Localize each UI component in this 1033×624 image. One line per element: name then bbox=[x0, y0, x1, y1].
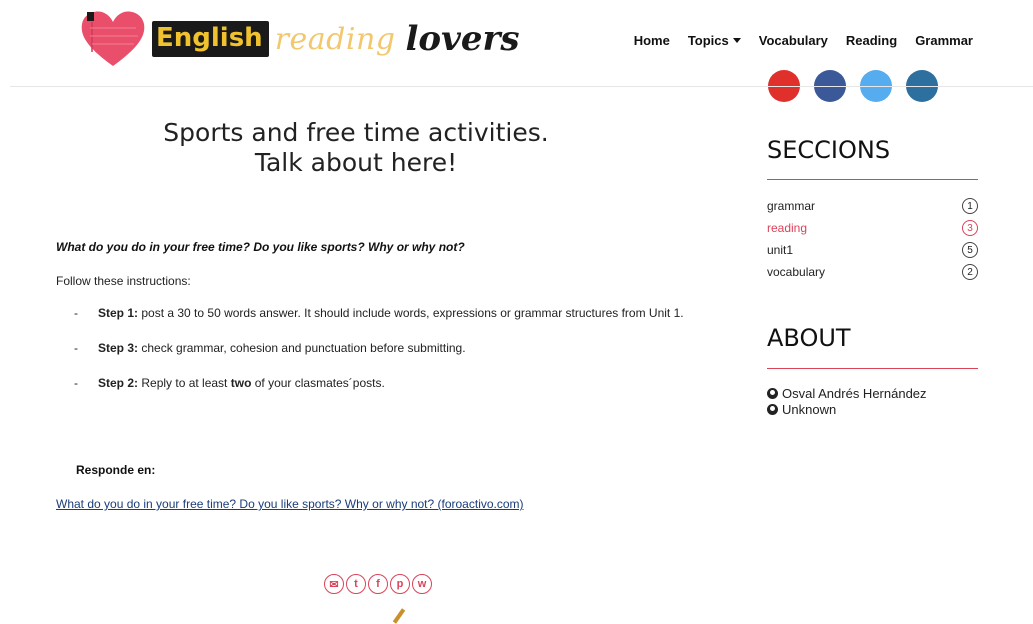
sections-title: SECCIONS bbox=[767, 136, 891, 164]
facebook-icon[interactable]: f bbox=[368, 574, 388, 594]
user-icon bbox=[767, 388, 778, 399]
caret-down-icon bbox=[732, 38, 741, 43]
responde-label: Responde en: bbox=[76, 463, 156, 477]
section-count: 5 bbox=[962, 242, 978, 258]
post-title-line-2: Talk about here! bbox=[254, 148, 458, 177]
nav-topics-label: Topics bbox=[687, 33, 729, 48]
section-item-grammar[interactable]: grammar 1 bbox=[767, 195, 978, 217]
logo-word-reading: reading bbox=[274, 21, 396, 57]
step-text: Reply to at least bbox=[138, 376, 231, 390]
whatsapp-icon[interactable]: w bbox=[412, 574, 432, 594]
section-count: 3 bbox=[962, 220, 978, 236]
heart-icon bbox=[78, 8, 148, 70]
site-logo[interactable]: English reading lovers bbox=[78, 8, 520, 70]
bullet-dash: - bbox=[74, 341, 78, 355]
section-item-vocabulary[interactable]: vocabulary 2 bbox=[767, 261, 978, 283]
list-item: - Step 3: check grammar, cohesion and pu… bbox=[56, 339, 746, 358]
step-emphasis: two bbox=[230, 376, 252, 390]
nav-topics[interactable]: Topics bbox=[688, 33, 741, 48]
authors-list: Osval Andrés Hernández Unknown bbox=[767, 386, 927, 418]
forum-link[interactable]: What do you do in your free time? Do you… bbox=[56, 497, 524, 511]
author-item[interactable]: Unknown bbox=[767, 402, 927, 418]
bullet-dash: - bbox=[74, 376, 78, 390]
author-item[interactable]: Osval Andrés Hernández bbox=[767, 386, 927, 402]
step-text: check grammar, cohesion and punctuation … bbox=[138, 341, 466, 355]
header-divider bbox=[10, 86, 1033, 87]
post-title-line-1: Sports and free time activities. bbox=[163, 118, 549, 147]
post-title: Sports and free time activities. Talk ab… bbox=[56, 118, 656, 178]
share-buttons: ✉ t f p w bbox=[324, 574, 432, 594]
logo-word-lovers: lovers bbox=[405, 19, 520, 59]
step-label: Step 2: bbox=[98, 376, 139, 390]
section-label: unit1 bbox=[767, 243, 794, 257]
bullet-dash: - bbox=[74, 306, 78, 320]
nav-home[interactable]: Home bbox=[634, 33, 670, 48]
nav-reading[interactable]: Reading bbox=[846, 33, 897, 48]
step-label: Step 3: bbox=[98, 341, 139, 355]
post-question: What do you do in your free time? Do you… bbox=[56, 240, 465, 254]
logo-word-english: English bbox=[152, 21, 269, 57]
about-title: ABOUT bbox=[767, 324, 851, 352]
sections-list: grammar 1 reading 3 unit1 5 vocabulary 2 bbox=[767, 195, 978, 283]
section-item-unit1[interactable]: unit1 5 bbox=[767, 239, 978, 261]
about-divider bbox=[767, 368, 978, 369]
step-text-end: of your clasmates´posts. bbox=[251, 376, 385, 390]
author-name: Unknown bbox=[782, 402, 837, 417]
pencil-icon bbox=[392, 608, 406, 624]
author-name: Osval Andrés Hernández bbox=[782, 386, 927, 401]
twitter-icon[interactable]: t bbox=[346, 574, 366, 594]
section-count: 1 bbox=[962, 198, 978, 214]
step-label: Step 1: bbox=[98, 306, 139, 320]
main-nav: Home Topics Vocabulary Reading Grammar bbox=[616, 33, 973, 48]
section-label: vocabulary bbox=[767, 265, 826, 279]
section-item-reading[interactable]: reading 3 bbox=[767, 217, 978, 239]
steps-list: - Step 1: post a 30 to 50 words answer. … bbox=[56, 304, 746, 409]
pinterest-icon[interactable]: p bbox=[390, 574, 410, 594]
sections-divider bbox=[767, 179, 978, 180]
list-item: - Step 1: post a 30 to 50 words answer. … bbox=[56, 304, 746, 323]
list-item: - Step 2: Reply to at least two of your … bbox=[56, 374, 746, 393]
post-instructions: Follow these instructions: bbox=[56, 274, 191, 288]
section-count: 2 bbox=[962, 264, 978, 280]
section-label: reading bbox=[767, 221, 808, 235]
nav-grammar[interactable]: Grammar bbox=[915, 33, 973, 48]
section-label: grammar bbox=[767, 199, 816, 213]
email-icon[interactable]: ✉ bbox=[324, 574, 344, 594]
nav-vocabulary[interactable]: Vocabulary bbox=[759, 33, 828, 48]
user-icon bbox=[767, 404, 778, 415]
step-text: post a 30 to 50 words answer. It should … bbox=[138, 306, 684, 320]
